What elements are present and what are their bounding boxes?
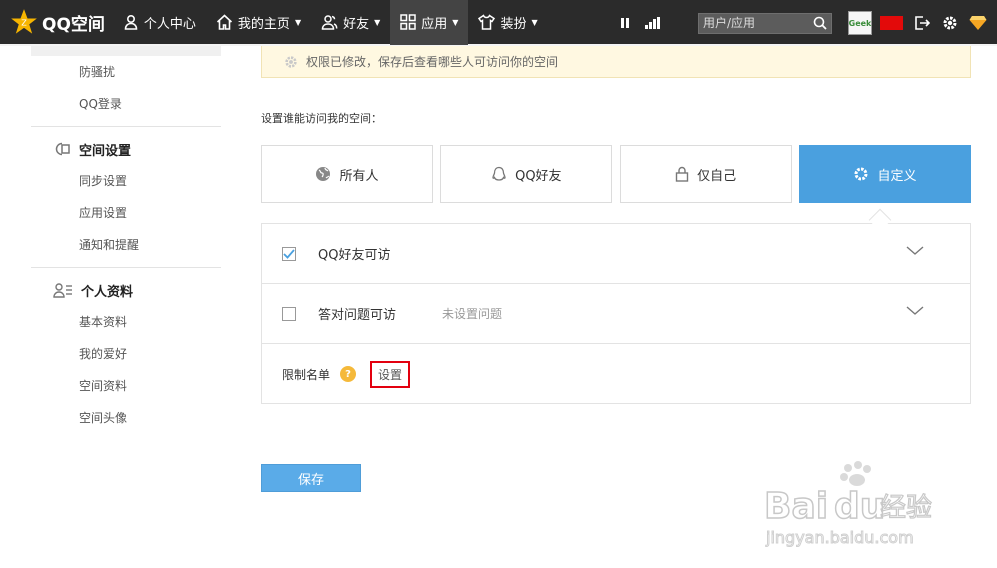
diamond-icon[interactable] [967, 12, 989, 34]
tshirt-icon [478, 14, 496, 30]
caret-down-icon: ▼ [531, 17, 538, 27]
permission-notice: 权限已修改，保存后查看哪些人可访问你的空间 [261, 46, 971, 78]
nav-label: 我的主页 [237, 16, 290, 32]
row-label: QQ好友可访 [318, 248, 391, 263]
sidebar-item-notifications[interactable]: 通知和提醒 [31, 229, 221, 261]
caret-down-icon: ▼ [294, 17, 302, 27]
search-icon[interactable] [813, 16, 827, 30]
set-restriction-button[interactable]: 设置 [370, 360, 411, 388]
option-label: 仅自己 [697, 168, 737, 184]
logout-icon[interactable] [911, 12, 933, 34]
profile-icon [53, 283, 72, 298]
row-sub-label: 未设置问题 [442, 307, 503, 321]
option-everyone[interactable]: 所有人 [261, 145, 433, 203]
logo-text: QQ空间 [42, 14, 105, 35]
avatar[interactable]: Geek [848, 11, 872, 35]
nav-friends[interactable]: 好友 ▼ [311, 0, 390, 45]
qq-penguin-icon [492, 166, 506, 181]
option-label: 自定义 [877, 168, 917, 184]
option-label: QQ好友 [515, 168, 562, 184]
option-only-me[interactable]: 仅自己 [619, 145, 792, 203]
checkmark-icon [283, 248, 295, 259]
chevron-down-icon[interactable] [906, 306, 924, 316]
sidebar-group-profile: 个人资料 基本资料 我的爱好 空间资料 空间头像 [31, 267, 221, 434]
nav-label: 好友 [343, 16, 370, 32]
sidebar-group-label: 个人资料 [81, 284, 134, 300]
chevron-down-icon[interactable] [906, 246, 924, 256]
row-question-access[interactable]: 答对问题可访 未设置问题 [262, 284, 970, 344]
row-restriction-list: 限制名单 ? 设置 [262, 344, 970, 404]
search-input[interactable] [703, 16, 803, 30]
grid-icon [400, 14, 417, 30]
sidebar-item-anti-harass[interactable]: 防骚扰 [31, 56, 221, 88]
svg-text:du: du [834, 486, 885, 527]
caret-down-icon: ▼ [374, 17, 381, 27]
sidebar-group-space-settings: 空间设置 同步设置 应用设置 通知和提醒 [31, 126, 221, 261]
user-icon [124, 14, 138, 30]
sidebar-item-space-avatar[interactable]: 空间头像 [31, 402, 221, 434]
sidebar-item-active-clipped[interactable] [31, 46, 221, 56]
sidebar-group-label: 空间设置 [79, 143, 132, 159]
sidebar-group-title: 个人资料 [31, 274, 221, 306]
search-box[interactable] [698, 12, 832, 34]
star-icon: Z [11, 9, 37, 34]
baidu-watermark: Bai du 经验 jingyan.baidu.com [763, 461, 933, 548]
caret-down-icon: ▼ [452, 17, 459, 27]
sidebar-item-qq-login[interactable]: QQ登录 [31, 88, 221, 120]
sidebar-item-hobbies[interactable]: 我的爱好 [31, 338, 221, 370]
qzone-logo[interactable]: Z QQ空间 [10, 0, 105, 45]
sidebar-item-basic-info[interactable]: 基本资料 [31, 306, 221, 338]
sidebar-item-sync[interactable]: 同步设置 [31, 165, 221, 197]
sidebar-item-app-settings[interactable]: 应用设置 [31, 197, 221, 229]
top-navbar: Z QQ空间 个人中心 我的主页 ▼ 好友 ▼ 应用 ▼ 装扮 ▼ Geek [0, 0, 997, 46]
home-icon [216, 14, 232, 30]
nav-my-home[interactable]: 我的主页 ▼ [206, 0, 311, 45]
gear-icon [854, 167, 868, 181]
nav-personal-center[interactable]: 个人中心 [113, 0, 206, 45]
checkbox-question[interactable] [282, 306, 296, 321]
nav-apps[interactable]: 应用 ▼ [390, 0, 469, 45]
globe-icon [316, 167, 331, 181]
nav-label: 装扮 [500, 16, 527, 32]
svg-text:Z: Z [21, 18, 27, 28]
nav-label: 个人中心 [143, 16, 196, 32]
lock-icon [675, 166, 689, 182]
gear-icon[interactable] [939, 12, 961, 34]
gear-icon [285, 55, 297, 68]
signal-bars-icon[interactable] [642, 12, 664, 34]
red-flag-icon[interactable] [880, 16, 903, 30]
pause-icon[interactable] [614, 12, 636, 34]
option-label: 所有人 [339, 168, 379, 184]
sidebar-group-title: 空间设置 [31, 133, 221, 165]
svg-text:Bai: Bai [764, 486, 828, 527]
nav-decorate[interactable]: 装扮 ▼ [468, 0, 547, 45]
nav-label: 应用 [421, 16, 448, 32]
avatar-text: Geek [848, 18, 872, 28]
friends-icon [321, 15, 338, 30]
option-custom[interactable]: 自定义 [798, 145, 971, 203]
limit-list-label: 限制名单 [282, 367, 331, 382]
topbar-right: Geek [614, 0, 997, 46]
sidebar: 防骚扰 QQ登录 空间设置 同步设置 应用设置 通知和提醒 个人资料 基本资料 … [31, 46, 221, 434]
row-label: 答对问题可访 [318, 308, 397, 323]
row-qq-friends-access[interactable]: QQ好友可访 [262, 224, 970, 284]
option-qq-friends[interactable]: QQ好友 [440, 145, 613, 203]
access-options: 所有人 QQ好友 仅自己 自定义 [261, 145, 971, 203]
access-label: 设置谁能访问我的空间： [261, 112, 382, 125]
svg-text:经验: 经验 [880, 493, 932, 523]
notice-text: 权限已修改，保存后查看哪些人可访问你的空间 [306, 55, 559, 69]
help-icon[interactable]: ? [340, 366, 357, 382]
save-button[interactable]: 保存 [261, 464, 361, 492]
checkbox-qq-friends[interactable] [282, 246, 296, 261]
custom-access-panel: QQ好友可访 答对问题可访 未设置问题 限制名单 ? 设置 [261, 223, 971, 404]
svg-text:jingyan.baidu.com: jingyan.baidu.com [765, 528, 914, 547]
space-settings-icon [55, 142, 70, 156]
sidebar-item-space-info[interactable]: 空间资料 [31, 370, 221, 402]
